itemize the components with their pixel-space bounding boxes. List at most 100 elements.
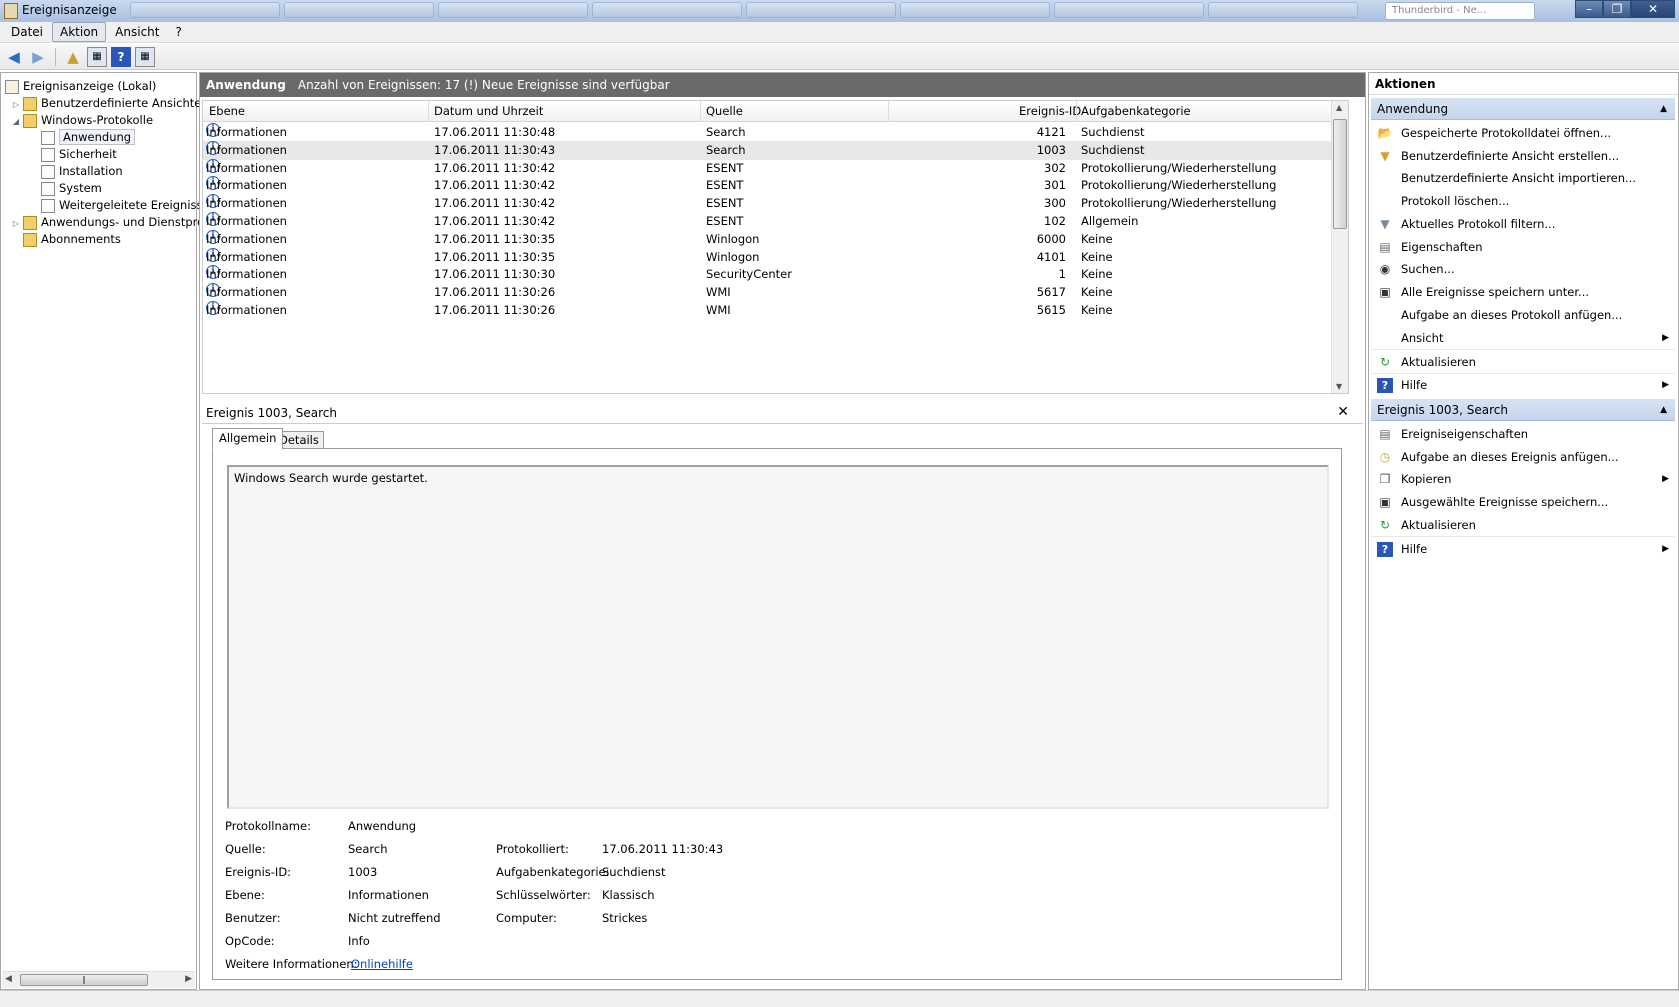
action-item[interactable]: ◷ Aufgabe an dieses Ereignis anfügen... [1371,446,1675,469]
menu-help[interactable]: ? [168,23,188,41]
table-row[interactable]: i Informationen 17.06.2011 11:30:26 WMI 5615… [203,301,1348,320]
col-ereignis-id[interactable]: Ereignis-ID [1019,104,1081,118]
value-logname[interactable]: Anwendung [348,819,416,833]
table-row[interactable]: i Informationen 17.06.2011 11:30:43 Search 1… [203,140,1348,160]
tab-allgemein[interactable]: Allgemein [212,428,284,450]
source-cell: SecurityCenter [706,267,792,282]
table-row[interactable]: i Informationen 17.06.2011 11:30:42 ESENT 30… [203,158,1348,178]
collapse-caret-icon[interactable]: ▲ [1660,98,1667,120]
table-row[interactable]: i Informationen 17.06.2011 11:30:42 ESENT 30… [203,194,1348,213]
action-item[interactable]: ? Hilfe ▶ [1371,374,1675,397]
value-computer[interactable]: Strickes [602,911,647,925]
action-item[interactable]: Aufgabe an dieses Protokoll anfügen... [1371,304,1675,327]
active-task[interactable]: Thunderbird - Ne... [1385,2,1535,20]
table-row[interactable]: i Informationen 17.06.2011 11:30:42 ESENT 30… [203,176,1348,195]
action-item[interactable]: ? Hilfe ▶ [1371,538,1675,561]
tree-root[interactable]: Ereignisanzeige (Lokal) [5,77,156,95]
action-item[interactable]: ▤ Eigenschaften [1371,236,1675,259]
action-item[interactable]: ▼ Benutzerdefinierte Ansicht erstellen... [1371,145,1675,168]
tree-log-installation[interactable]: Installation [41,162,123,180]
expand-icon[interactable]: ▷ [11,215,21,233]
tree-horizontal-scrollbar[interactable]: ◀ ‖ ▶ [2,971,195,988]
scroll-thumb[interactable]: ‖ [20,974,148,986]
value-user[interactable]: Nicht zutreffend [348,911,441,925]
tree-log-system[interactable]: System [41,179,102,197]
help-icon: ? [1377,541,1393,557]
close-button[interactable]: ✕ [1631,0,1675,18]
value-opcode[interactable]: Info [348,934,370,948]
collapse-icon[interactable]: ◢ [11,113,21,131]
toolbar: ◀ ▶ ▲ ▦ ? ▦ [0,44,1679,70]
value-id[interactable]: 1003 [348,865,377,879]
action-label: Eigenschaften [1401,239,1483,254]
table-row[interactable]: i Informationen 17.06.2011 11:30:35 Winlogo… [203,229,1348,249]
menu-aktion[interactable]: Aktion [52,22,107,42]
up-folder-icon[interactable]: ▲ [63,47,83,67]
scroll-right-icon[interactable]: ▶ [185,974,192,984]
action-item[interactable]: ↻ Aktualisieren [1371,351,1675,374]
action-item[interactable]: Protokoll löschen... [1371,190,1675,213]
back-arrow-icon[interactable]: ◀ [4,47,24,67]
col-quelle[interactable]: Quelle [706,104,743,118]
online-help-link[interactable]: Onlinehilfe [351,957,413,971]
table-row[interactable]: i Informationen 17.06.2011 11:30:35 Winlogo… [203,247,1348,267]
show-hide-tree-icon[interactable]: ▦ [87,46,107,67]
action-item[interactable]: ▣ Alle Ereignisse speichern unter... [1371,281,1675,304]
action-item[interactable]: ↻ Aktualisieren [1371,514,1675,537]
id-cell: 5615 [1036,303,1066,317]
menu-datei[interactable]: Datei [4,23,50,41]
tree-windows-logs[interactable]: ◢ Windows-Protokolle [11,111,153,129]
value-category[interactable]: Suchdienst [602,865,666,879]
date-cell: 17.06.2011 11:30:26 [434,303,556,317]
maximize-button[interactable]: ❐ [1603,0,1631,18]
tree-custom-views[interactable]: ▷ Benutzerdefinierte Ansichten [11,94,209,112]
col-ebene[interactable]: Ebene [209,104,245,118]
show-hide-action-pane-icon[interactable]: ▦ [135,46,155,67]
action-item[interactable]: ▼ Aktuelles Protokoll filtern... [1371,213,1675,236]
section-event[interactable]: Ereignis 1003, Search ▲ [1371,399,1675,421]
actions-title: Aktionen [1369,73,1678,95]
source-cell: WMI [706,303,731,317]
tree-log-anwendung[interactable]: Anwendung [41,128,136,146]
scroll-left-icon[interactable]: ◀ [5,974,12,984]
action-item[interactable]: Benutzerdefinierte Ansicht importieren..… [1371,167,1675,190]
scroll-up-icon[interactable]: ▲ [1336,103,1342,112]
source-cell: ESENT [706,214,744,228]
id-cell: 4121 [1036,125,1066,139]
help-icon[interactable]: ? [111,46,131,67]
tree-log-forwarded[interactable]: Weitergeleitete Ereignisse [41,196,210,214]
section-anwendung[interactable]: Anwendung ▲ [1371,98,1675,120]
event-viewer-icon [4,3,18,19]
table-row[interactable]: i Informationen 17.06.2011 11:30:30 Securit… [203,265,1348,284]
col-aufgabenkategorie[interactable]: Aufgabenkategorie [1081,104,1191,118]
action-item[interactable]: 📂 Gespeicherte Protokolldatei öffnen... [1371,122,1675,145]
action-item[interactable]: Ansicht ▶ [1371,327,1675,351]
source-cell: ESENT [706,196,744,211]
table-row[interactable]: i Informationen 17.06.2011 11:30:26 WMI 5617… [203,283,1348,302]
value-level[interactable]: Informationen [348,888,429,902]
tree-log-sicherheit[interactable]: Sicherheit [41,145,117,163]
action-item[interactable]: ◉ Suchen... [1371,258,1675,281]
forward-arrow-icon[interactable]: ▶ [28,47,48,67]
action-item[interactable]: ▣ Ausgewählte Ereignisse speichern... [1371,491,1675,514]
action-item[interactable]: ▤ Ereigniseigenschaften [1371,423,1675,446]
table-vertical-scrollbar[interactable]: ▲ ▼ [1331,101,1348,393]
scroll-down-icon[interactable]: ▼ [1336,382,1342,391]
action-item[interactable]: ❐ Kopieren ▶ [1371,468,1675,491]
tree-subscriptions[interactable]: Abonnements [23,230,121,248]
collapse-caret-icon[interactable]: ▲ [1660,399,1667,421]
menu-ansicht[interactable]: Ansicht [108,23,166,41]
value-logged[interactable]: 17.06.2011 11:30:43 [602,842,723,856]
table-row[interactable]: i Informationen 17.06.2011 11:30:42 ESENT 10… [203,212,1348,231]
minimize-button[interactable]: – [1575,0,1603,18]
table-row[interactable]: i Informationen 17.06.2011 11:30:48 Search 4… [203,123,1348,142]
id-cell: 302 [1044,160,1066,175]
action-label: Hilfe [1401,541,1428,556]
scroll-thumb[interactable] [1333,119,1347,229]
close-detail-icon[interactable]: ✕ [1337,403,1349,421]
action-label: Aktualisieren [1401,517,1476,532]
value-source[interactable]: Search [348,842,388,856]
col-datum[interactable]: Datum und Uhrzeit [434,104,543,118]
value-keywords[interactable]: Klassisch [602,888,655,902]
event-message[interactable]: Windows Search wurde gestartet. [227,465,1329,809]
